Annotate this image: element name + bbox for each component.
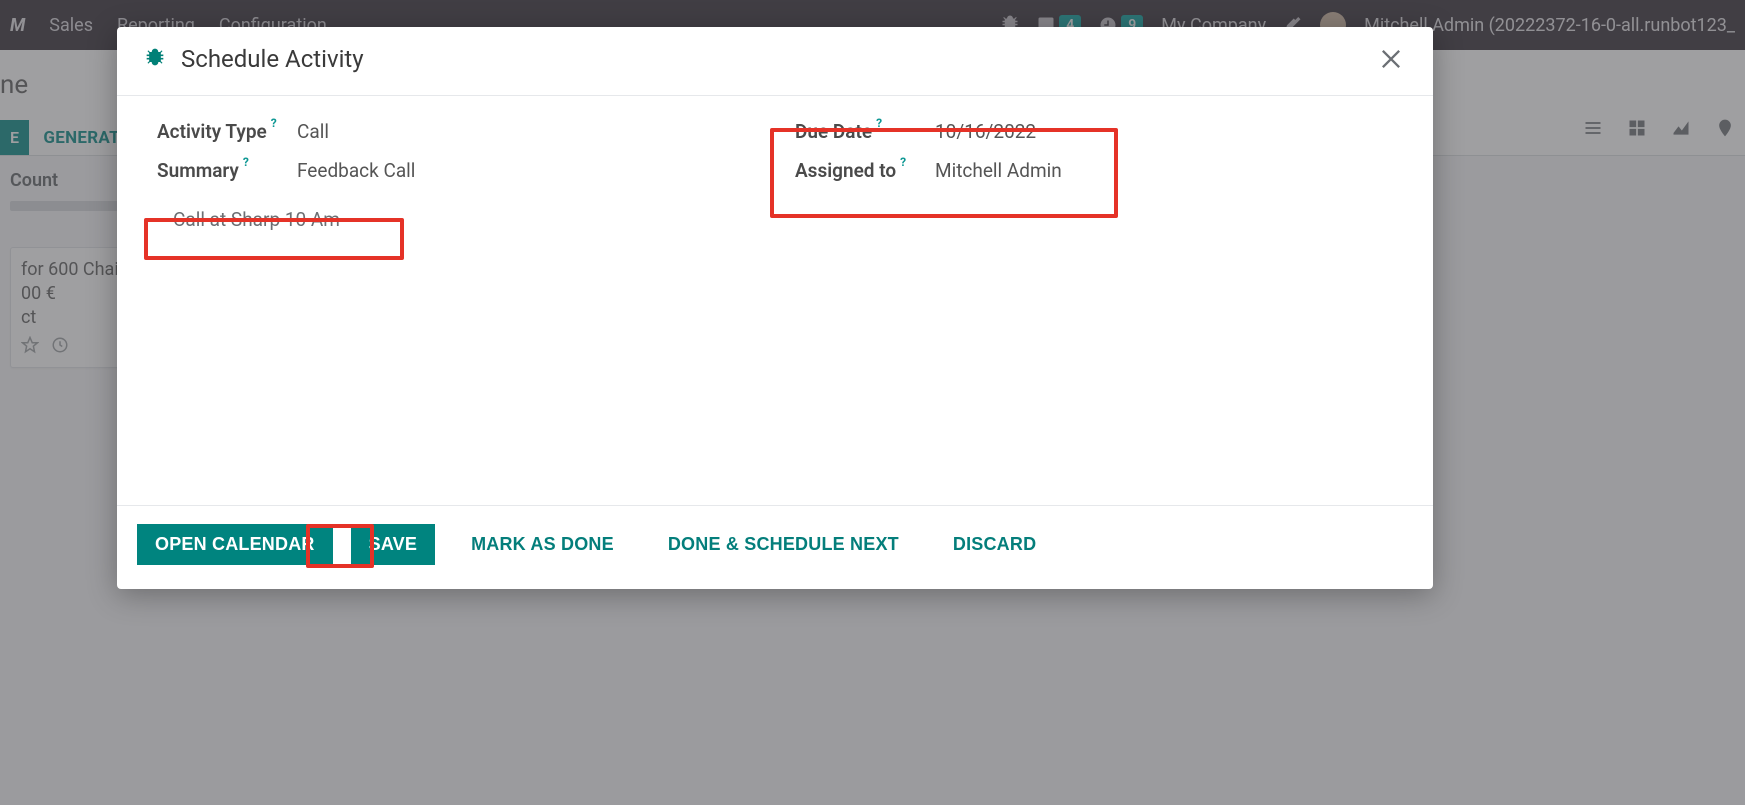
dialog-title: Schedule Activity [181, 45, 364, 73]
done-schedule-next-button[interactable]: DONE & SCHEDULE NEXT [650, 524, 917, 565]
discard-button[interactable]: DISCARD [935, 524, 1054, 565]
dialog-footer: OPEN CALENDAR SAVE MARK AS DONE DONE & S… [117, 505, 1433, 589]
close-button[interactable] [1377, 45, 1405, 73]
dialog-header: Schedule Activity [117, 27, 1433, 96]
label-summary: Summary ? [157, 159, 297, 182]
bug-icon [145, 45, 165, 73]
row-assigned-to: Assigned to ? Mitchell Admin [795, 159, 1393, 182]
label-assigned-to: Assigned to ? [795, 159, 935, 182]
help-icon[interactable]: ? [243, 155, 249, 169]
label-due-date: Due Date ? [795, 120, 935, 143]
help-icon[interactable]: ? [900, 155, 906, 169]
save-button[interactable]: SAVE [351, 524, 435, 565]
help-icon[interactable]: ? [876, 116, 882, 130]
label-activity-type-text: Activity Type [157, 120, 267, 143]
label-summary-text: Summary [157, 159, 239, 182]
form-right-col: Due Date ? 10/16/2022 Assigned to ? Mitc… [795, 120, 1393, 481]
open-calendar-button[interactable]: OPEN CALENDAR [137, 524, 333, 565]
summary-input[interactable]: Feedback Call [297, 159, 415, 182]
row-activity-type: Activity Type ? Call [157, 120, 755, 143]
form-left-col: Activity Type ? Call Summary ? Feedback … [157, 120, 755, 481]
label-activity-type: Activity Type ? [157, 120, 297, 143]
label-assigned-to-text: Assigned to [795, 159, 896, 182]
row-due-date: Due Date ? 10/16/2022 [795, 120, 1393, 143]
row-summary: Summary ? Feedback Call [157, 159, 755, 182]
help-icon[interactable]: ? [271, 116, 277, 130]
label-due-date-text: Due Date [795, 120, 872, 143]
dialog-title-wrap: Schedule Activity [145, 45, 364, 73]
dialog-body: Activity Type ? Call Summary ? Feedback … [117, 96, 1433, 505]
activity-type-select[interactable]: Call [297, 120, 329, 143]
note-editor[interactable]: Call at Sharp 10 Am [157, 202, 570, 237]
schedule-activity-dialog: Schedule Activity Activity Type ? Call S… [117, 27, 1433, 589]
due-date-input[interactable]: 10/16/2022 [935, 120, 1036, 143]
assigned-to-select[interactable]: Mitchell Admin [935, 159, 1062, 182]
mark-as-done-button[interactable]: MARK AS DONE [453, 524, 632, 565]
